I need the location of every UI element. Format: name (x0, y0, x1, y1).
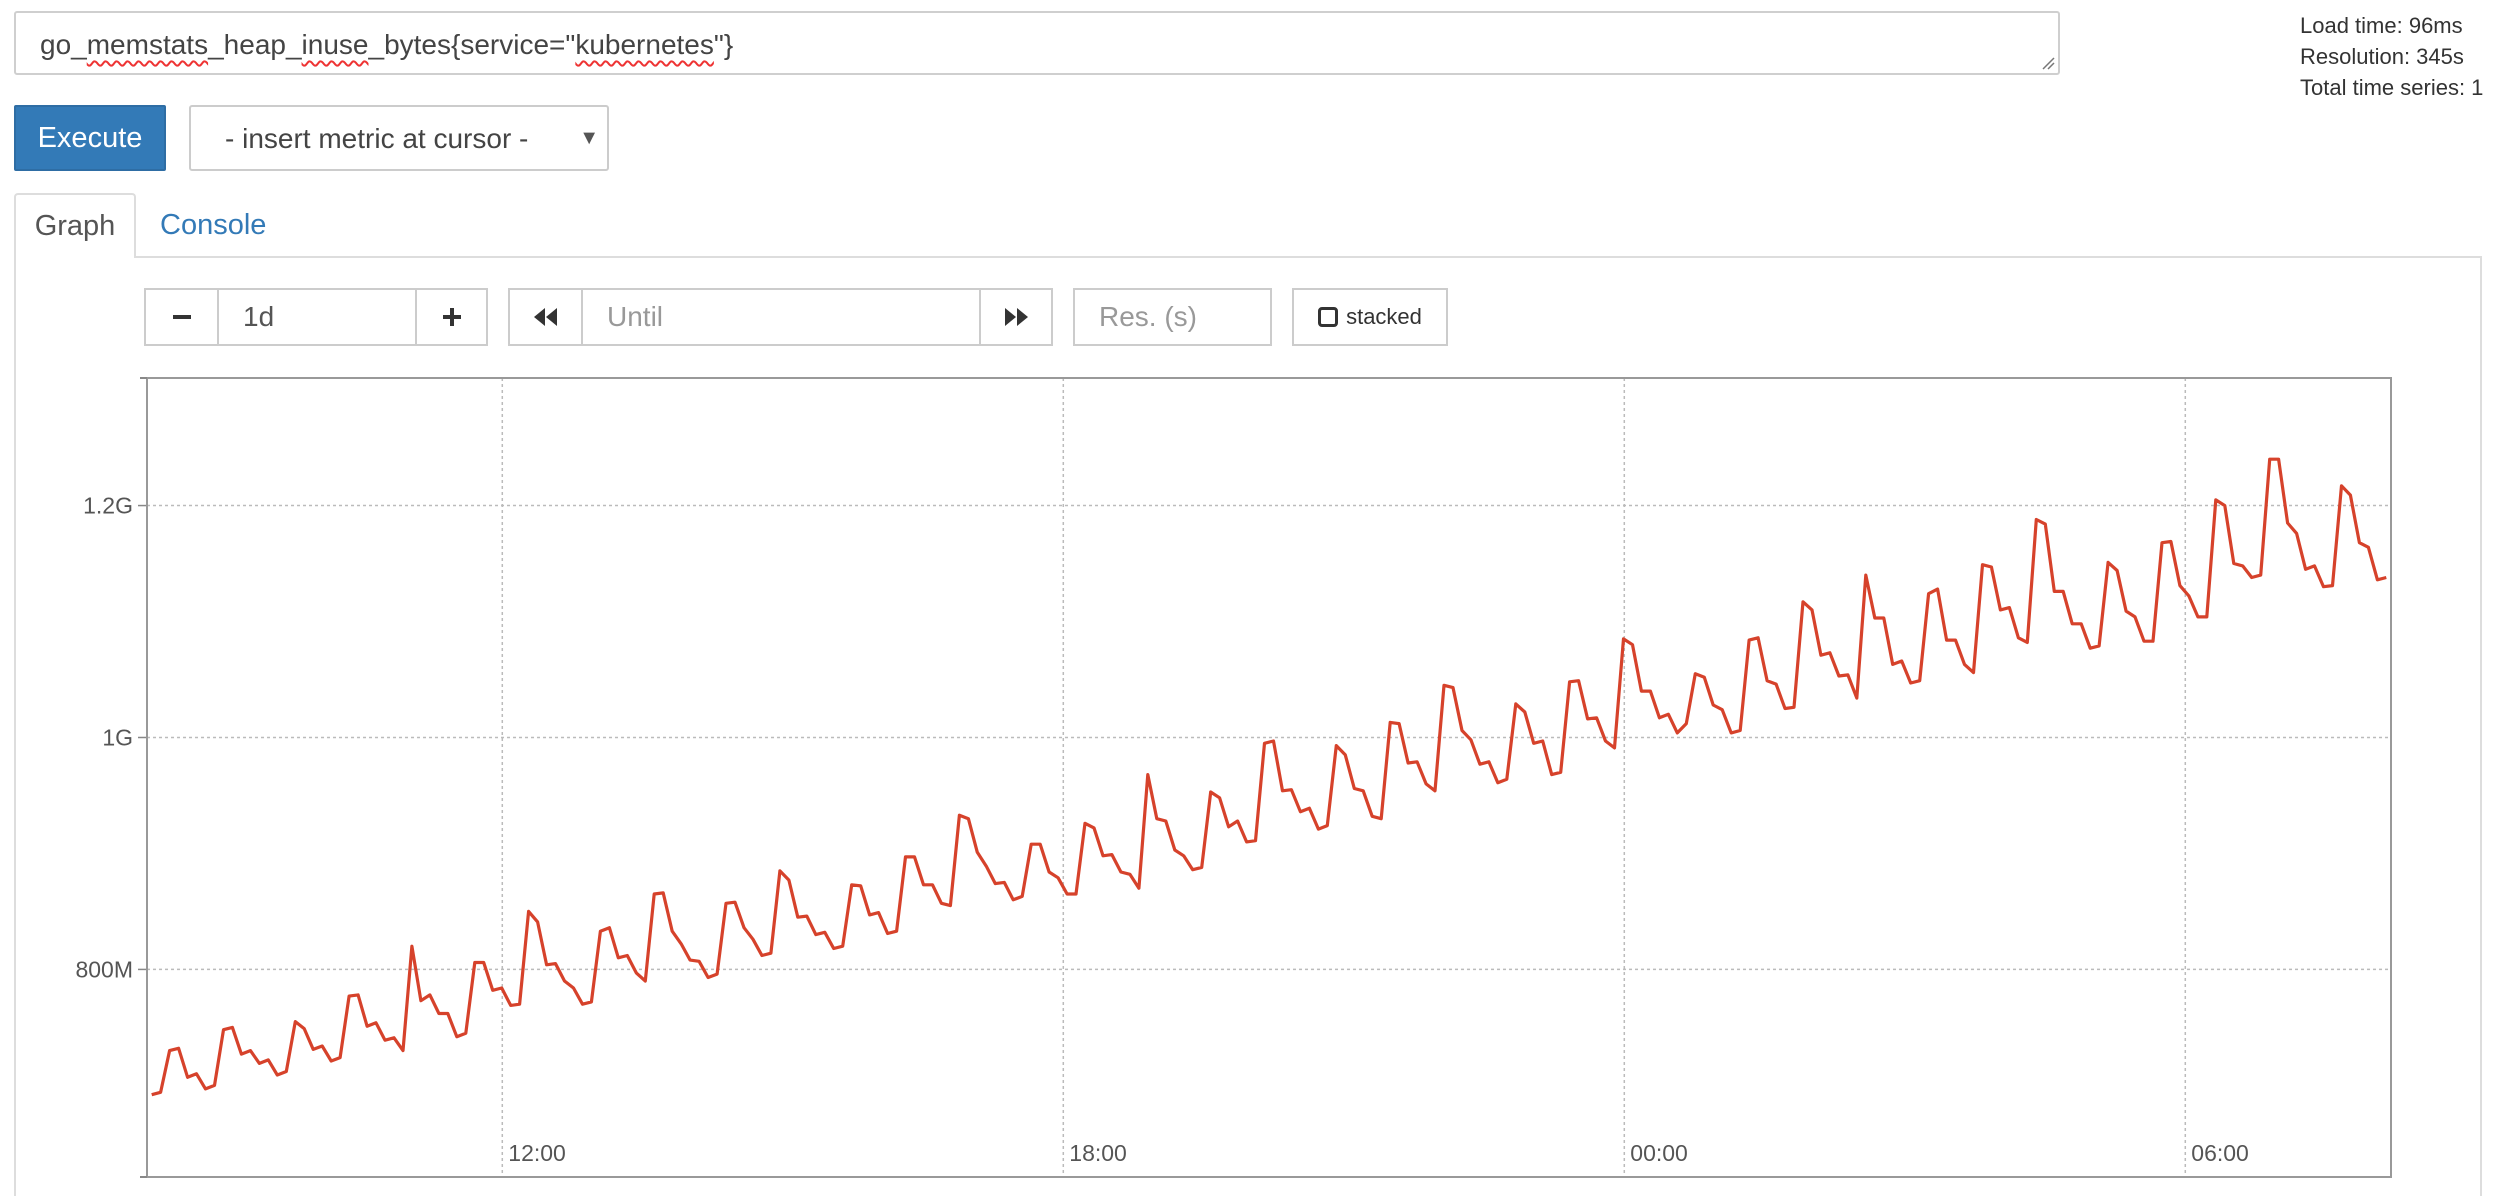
y-tick-label: 1.2G (83, 493, 133, 519)
x-tick-label: 18:00 (1069, 1140, 1127, 1166)
plot-frame (146, 377, 2392, 1178)
series-line (151, 457, 2387, 1097)
time-series-chart: 800M 1G 1.2G 12:00 18:00 00:00 06:00 (75, 377, 2392, 1178)
x-tick-label: 06:00 (2191, 1140, 2249, 1166)
y-tick-label: 800M (75, 956, 133, 982)
y-tick-label: 1G (102, 724, 133, 750)
x-tick-label: 12:00 (508, 1140, 566, 1166)
x-tick-label: 00:00 (1630, 1140, 1688, 1166)
